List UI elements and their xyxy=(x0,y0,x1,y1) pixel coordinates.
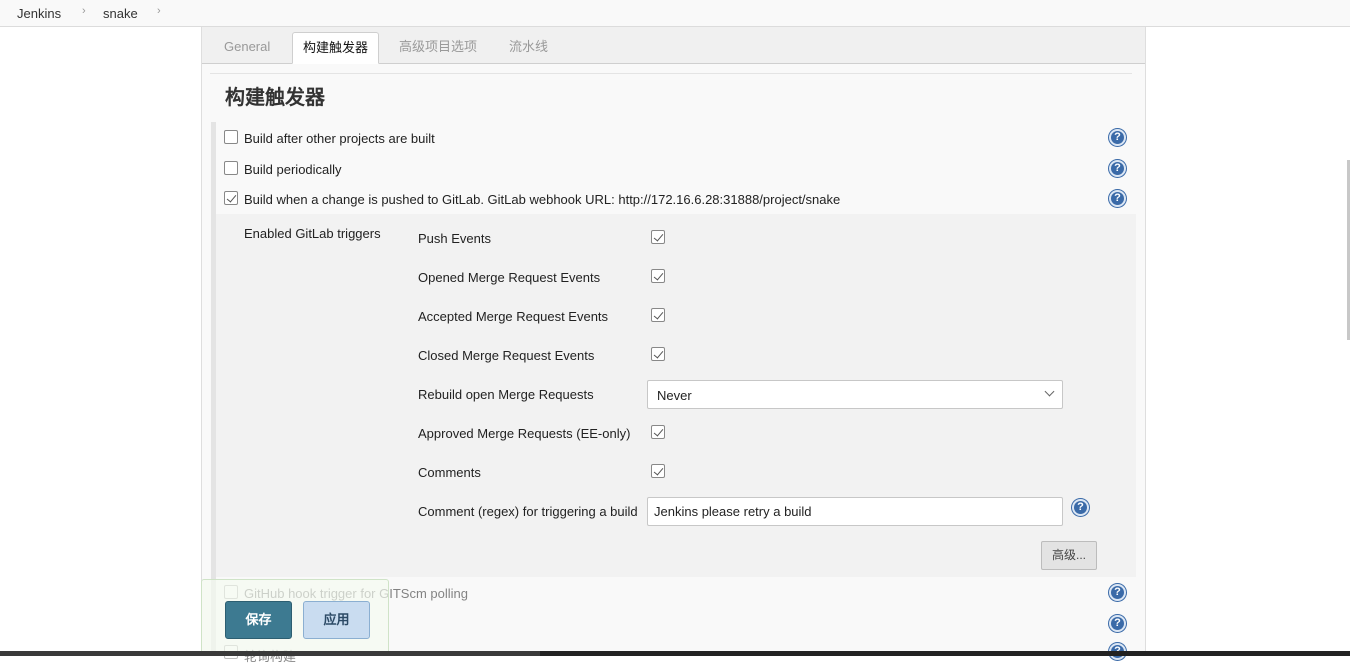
trigger-gitlab-push-checkbox[interactable] xyxy=(224,191,238,205)
approved-mr-checkbox[interactable] xyxy=(651,425,665,439)
opened-mr-events-label: Opened Merge Request Events xyxy=(418,270,601,285)
breadcrumb-snake[interactable]: snake xyxy=(103,6,138,21)
help-icon[interactable]: ? xyxy=(1109,615,1126,632)
accepted-mr-events-checkbox[interactable] xyxy=(651,308,665,322)
horizontal-scrollbar[interactable] xyxy=(0,651,1350,656)
push-events-checkbox[interactable] xyxy=(651,230,665,244)
closed-mr-events-label: Closed Merge Request Events xyxy=(418,348,595,363)
help-icon[interactable]: ? xyxy=(1109,584,1126,601)
rebuild-open-mr-value: Never xyxy=(657,388,692,403)
opened-mr-events-checkbox[interactable] xyxy=(651,269,665,283)
tab-general[interactable]: General xyxy=(214,32,280,64)
gitlab-trigger-options: Enabled GitLab triggers Push Events Open… xyxy=(216,214,1136,577)
chevron-down-icon xyxy=(1044,386,1055,397)
advanced-button[interactable]: 高级... xyxy=(1041,541,1097,570)
rebuild-open-mr-label: Rebuild open Merge Requests xyxy=(418,387,594,402)
trigger-gitlab-push-label: Build when a change is pushed to GitLab.… xyxy=(244,192,841,207)
config-panel: General 构建触发器 高级项目选项 流水线 构建触发器 Build aft… xyxy=(201,27,1146,664)
comment-regex-label: Comment (regex) for triggering a build xyxy=(418,504,638,519)
save-bar: 保存 应用 xyxy=(201,579,389,656)
approved-mr-label: Approved Merge Requests (EE-only) xyxy=(418,426,631,441)
closed-mr-events-checkbox[interactable] xyxy=(651,347,665,361)
help-icon[interactable]: ? xyxy=(1109,190,1126,207)
chevron-right-icon[interactable]: › xyxy=(157,5,161,17)
tab-bar: General 构建触发器 高级项目选项 流水线 xyxy=(202,27,1145,64)
apply-button[interactable]: 应用 xyxy=(303,601,370,639)
tab-pipeline[interactable]: 流水线 xyxy=(499,32,558,64)
comment-regex-input[interactable] xyxy=(647,497,1063,526)
help-icon[interactable]: ? xyxy=(1072,499,1089,516)
gitlab-triggers-heading: Enabled GitLab triggers xyxy=(244,226,381,241)
trigger-after-other-projects-checkbox[interactable] xyxy=(224,130,238,144)
help-icon[interactable]: ? xyxy=(1109,129,1126,146)
trigger-periodically-checkbox[interactable] xyxy=(224,161,238,175)
tab-advanced-project-options[interactable]: 高级项目选项 xyxy=(389,32,487,64)
help-icon[interactable]: ? xyxy=(1109,160,1126,177)
breadcrumb-jenkins[interactable]: Jenkins xyxy=(17,6,61,21)
push-events-label: Push Events xyxy=(418,231,491,246)
accepted-mr-events-label: Accepted Merge Request Events xyxy=(418,309,609,324)
save-button[interactable]: 保存 xyxy=(225,601,292,639)
scrollbar-thumb[interactable] xyxy=(0,651,540,656)
rebuild-open-mr-select[interactable]: Never xyxy=(647,380,1063,409)
trigger-after-other-projects-label: Build after other projects are built xyxy=(244,131,435,146)
section-divider xyxy=(210,73,1132,74)
section-title: 构建触发器 xyxy=(225,87,325,109)
comments-label: Comments xyxy=(418,465,481,480)
comments-checkbox[interactable] xyxy=(651,464,665,478)
chevron-right-icon[interactable]: › xyxy=(82,5,86,17)
breadcrumb: Jenkins › snake › xyxy=(0,0,1350,27)
trigger-periodically-label: Build periodically xyxy=(244,162,342,177)
tab-build-triggers[interactable]: 构建触发器 xyxy=(292,32,380,64)
